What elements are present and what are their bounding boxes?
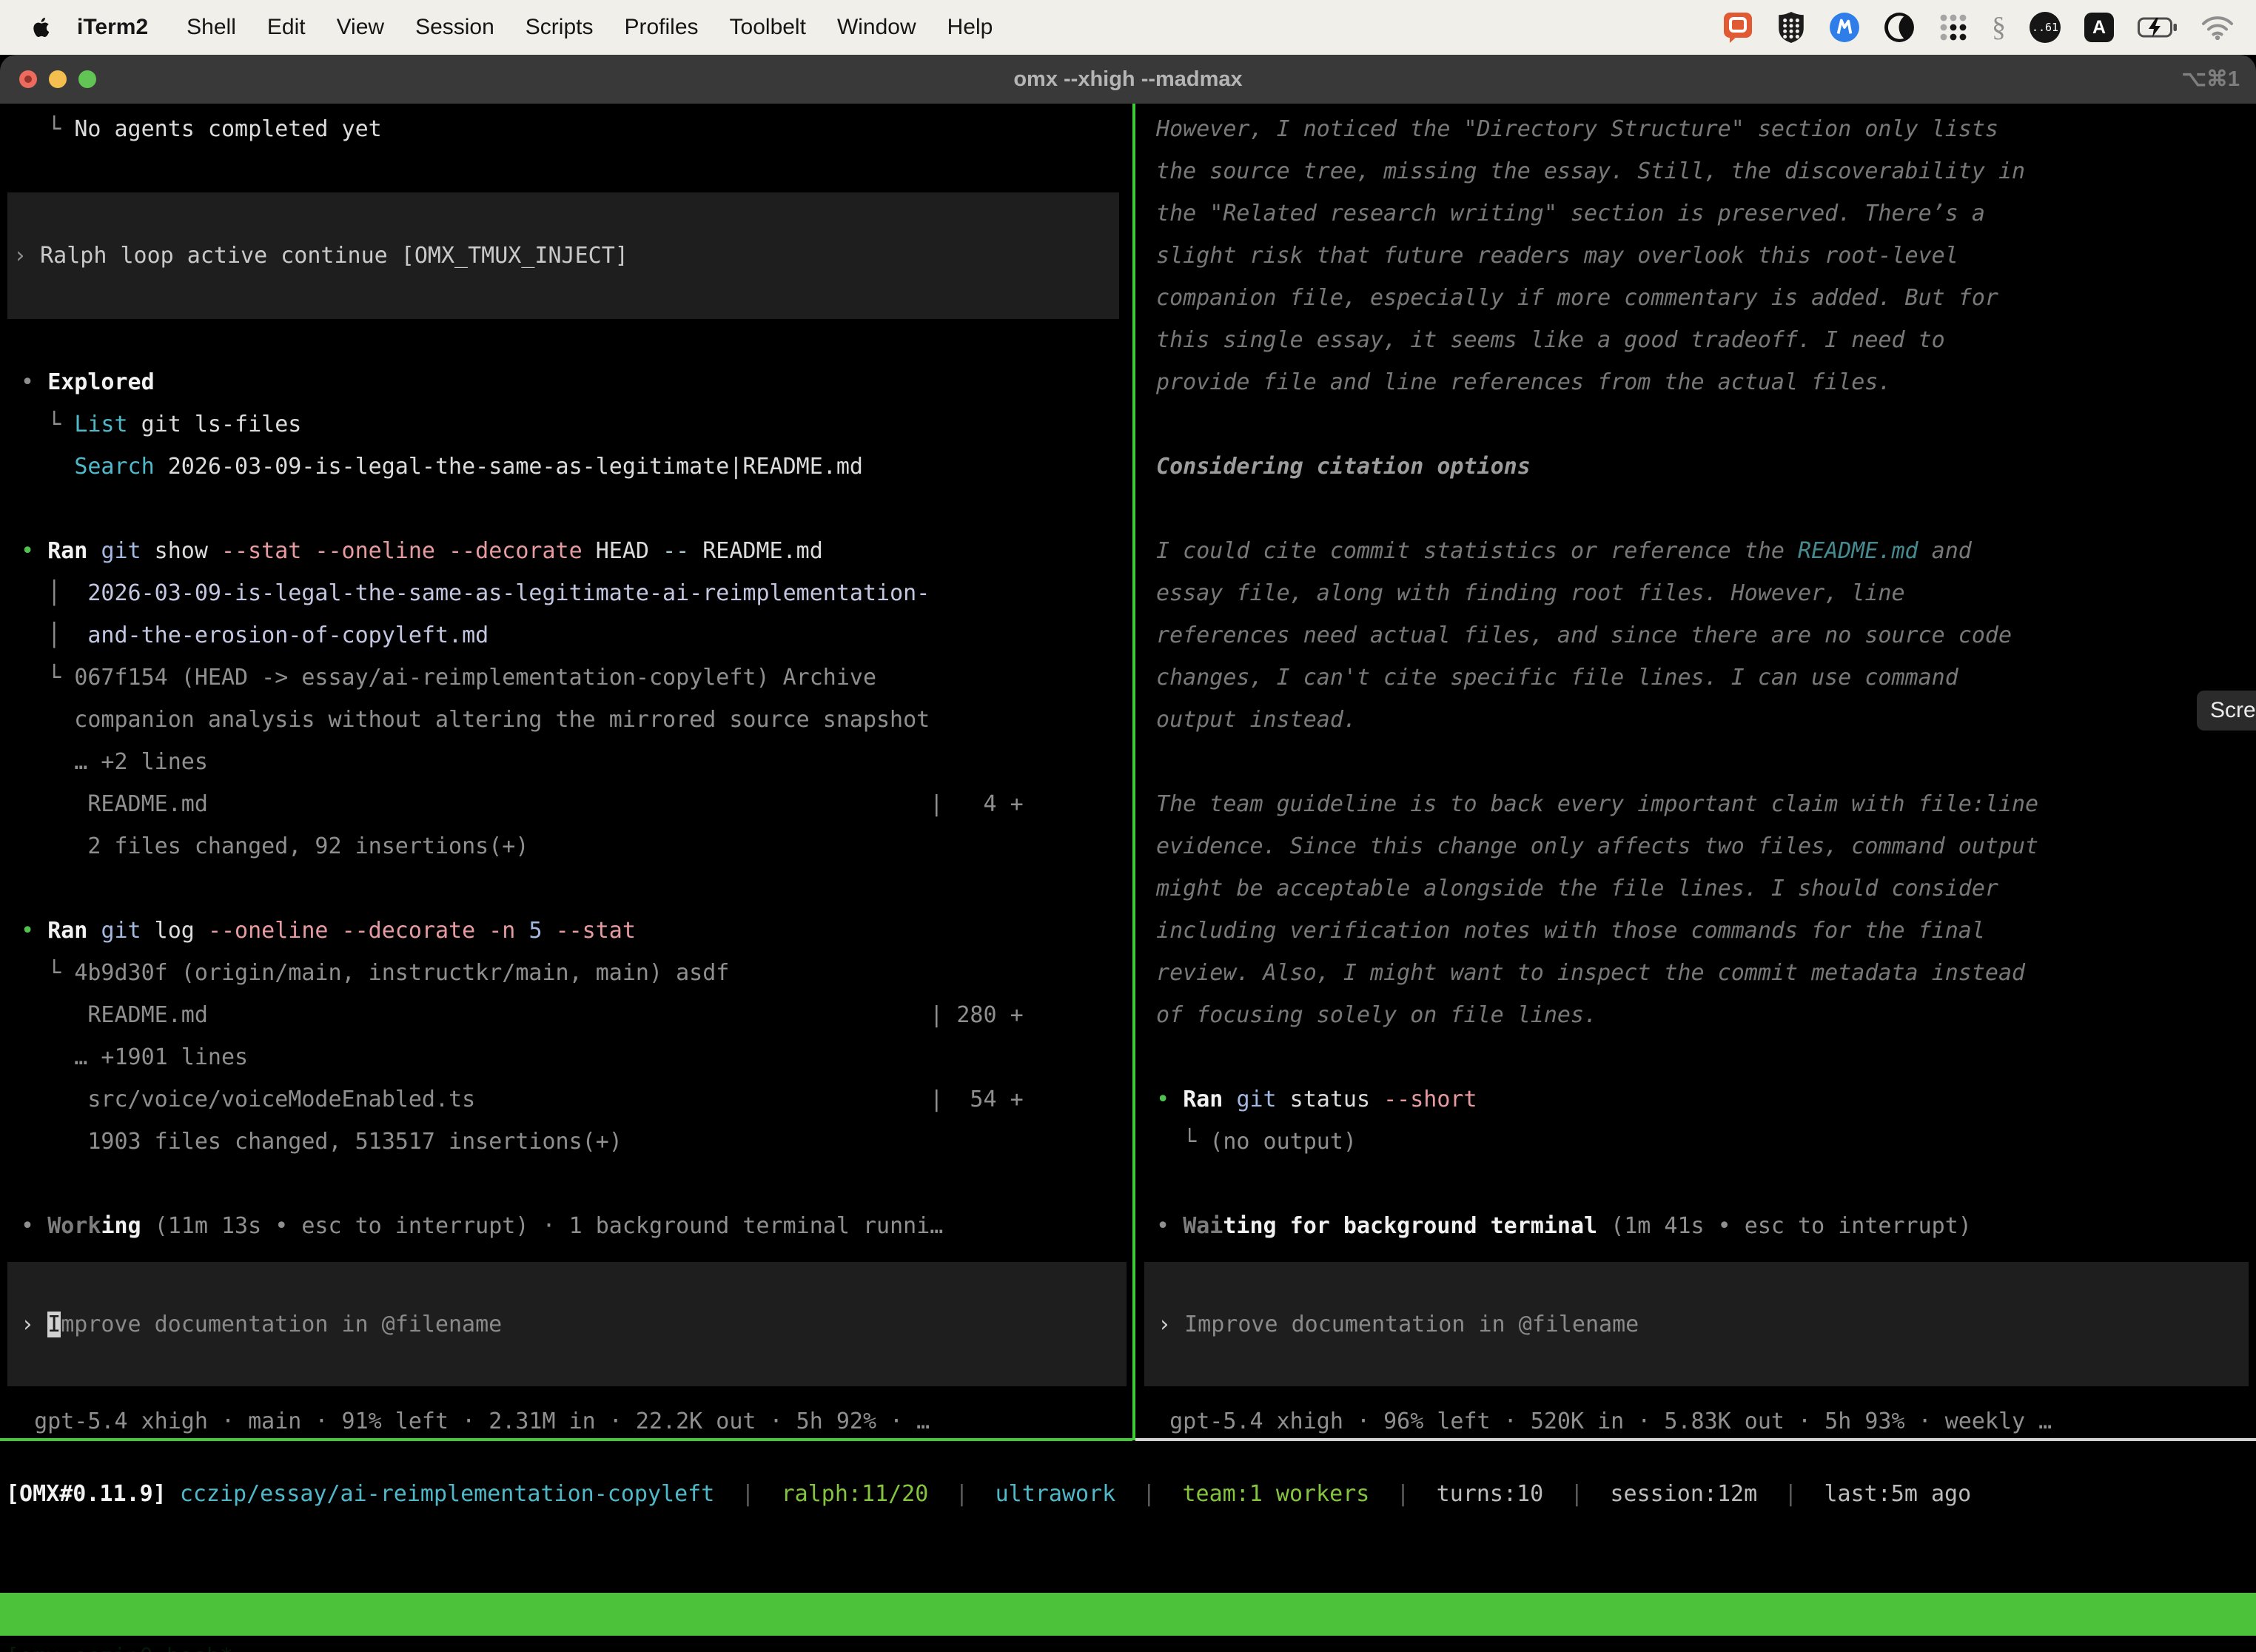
terminal-line: of focusing solely on file lines. [1135,994,2256,1036]
terminal-line: • Waiting for background terminal (1m 41… [1135,1205,2256,1247]
model-status-right: gpt-5.4 xhigh · 96% left · 520K in · 5.8… [1143,1400,2052,1443]
terminal-line: including verification notes with those … [1135,910,2256,952]
blank-line [1135,1036,2256,1078]
terminal-line: this single essay, it seems like a good … [1135,319,2256,361]
chat-icon[interactable] [1722,11,1753,44]
terminal-line: the source tree, missing the essay. Stil… [1135,150,2256,192]
a-badge-icon[interactable]: A [2084,13,2114,42]
menu-bar: iTerm2 Shell Edit View Session Scripts Profil… [0,0,2256,55]
menu-item-shell[interactable]: Shell [187,15,236,40]
blank-line [1135,741,2256,783]
blank-line [1135,488,2256,530]
blank-line [0,150,1133,192]
blank-line [1135,1163,2256,1205]
prompt-input-right[interactable]: › Improve documentation in @filename [1144,1262,2249,1386]
count-badge-icon[interactable]: ..61 [2030,12,2061,43]
iterm-window: omx --xhigh --madmax ⌥⌘1 └ No agents com… [0,55,2256,1652]
terminal-line: └ 4b9d30f (origin/main, instructkr/main,… [0,952,1133,994]
terminal-line: • Explored [0,361,1133,403]
terminal-line: review. Also, I might want to inspect th… [1135,952,2256,994]
terminal-line: • Working (11m 13s • esc to interrupt) ·… [0,1205,1133,1247]
terminal-line: src/voice/voiceModeEnabled.ts | 54 + [0,1078,1133,1121]
menu-item-session[interactable]: Session [415,15,494,40]
text-cursor: I [47,1312,61,1337]
dots-grid-icon[interactable] [1938,13,1968,42]
prompt-input-left[interactable]: › Improve documentation in @filename [7,1262,1127,1386]
terminal-line: companion file, especially if more comme… [1135,277,2256,319]
blank-line [1135,403,2256,446]
terminal-line: Considering citation options [1135,446,2256,488]
terminal-line: • Ran git status --short [1135,1078,2256,1121]
terminal-line: The team guideline is to back every impo… [1135,783,2256,825]
model-status-left: gpt-5.4 xhigh · main · 91% left · 2.31M … [7,1400,930,1443]
terminal-line: • Ran git log --oneline --decorate -n 5 … [0,910,1133,952]
pane-bottom-border-right [1135,1438,2256,1441]
menu-item-toolbelt[interactable]: Toolbelt [730,15,806,40]
terminal-line: provide file and line references from th… [1135,361,2256,403]
window-shortcut-badge: ⌥⌘1 [2181,55,2240,104]
terminal-line: … +2 lines [0,741,1133,783]
terminal-line: └ (no output) [1135,1121,2256,1163]
omx-status-bar: [OMX#0.11.9] cczip/essay/ai-reimplementa… [6,1473,1971,1515]
blank-line [0,488,1133,530]
battery-charging-icon[interactable] [2138,17,2178,38]
terminal-line: └ No agents completed yet [0,108,1133,150]
menu-item-scripts[interactable]: Scripts [526,15,594,40]
prompt-chevron: › [1158,1312,1184,1337]
terminal-line: might be acceptable alongside the file l… [1135,867,2256,910]
terminal-line: I could cite commit statistics or refere… [1135,530,2256,572]
terminal-line: 1903 files changed, 513517 insertions(+) [0,1121,1133,1163]
blue-activity-icon[interactable] [1829,12,1860,43]
input-text: Improve documentation in @filename [1184,1312,1639,1337]
menubar-status-icons: § ..61 A [1722,11,2234,44]
menu-item-window[interactable]: Window [837,15,916,40]
terminal-line: Search 2026-03-09-is-legal-the-same-as-l… [0,446,1133,488]
tmux-status-bar: [omx-cczip0:bash* "MacBook-Pro-44.local"… [0,1593,2256,1636]
window-title: omx --xhigh --madmax [0,55,2256,104]
crescent-icon[interactable] [1884,12,1915,43]
wifi-icon[interactable] [2201,15,2234,40]
shield-grid-icon[interactable] [1777,11,1805,44]
prompt-chevron: › [21,1312,47,1337]
terminal-line: 2 files changed, 92 insertions(+) [0,825,1133,867]
menu-app-name[interactable]: iTerm2 [77,15,148,40]
pane-right: However, I noticed the "Directory Struct… [1135,104,2256,1440]
menu-item-view[interactable]: View [337,15,384,40]
terminal-line: essay file, along with finding root file… [1135,572,2256,614]
blank-line [0,867,1133,910]
title-bar[interactable]: omx --xhigh --madmax ⌥⌘1 [0,55,2256,104]
pane-bottom-border-left [0,1438,1132,1441]
menu-item-edit[interactable]: Edit [267,15,306,40]
inline-prompt-box[interactable]: › Ralph loop active continue [OMX_TMUX_I… [7,192,1119,319]
section-squiggle-icon[interactable]: § [1992,11,2006,44]
blank-line [0,319,1133,361]
menu-items: Shell Edit View Session Scripts Profiles Toolb… [155,15,993,40]
terminal-line: └ 067f154 (HEAD -> essay/ai-reimplementa… [0,657,1133,699]
input-text: mprove documentation in @filename [61,1312,502,1337]
terminal-line: output instead. [1135,699,2256,741]
terminal-line: • Ran git show --stat --oneline --decora… [0,530,1133,572]
terminal-line: changes, I can't cite specific file line… [1135,657,2256,699]
terminal-line: However, I noticed the "Directory Struct… [1135,108,2256,150]
menu-item-help[interactable]: Help [947,15,993,40]
terminal-line: └ List git ls-files [0,403,1133,446]
screen-tooltip: Scre [2197,691,2256,731]
terminal-line: │ 2026-03-09-is-legal-the-same-as-legiti… [0,572,1133,614]
terminal-line: references need actual files, and since … [1135,614,2256,657]
terminal-line: evidence. Since this change only affects… [1135,825,2256,867]
terminal-line: README.md | 4 + [0,783,1133,825]
terminal-line: │ and-the-erosion-of-copyleft.md [0,614,1133,657]
apple-menu-icon[interactable] [33,16,52,38]
terminal-area: └ No agents completed yet › Ralph loop ac… [0,104,2256,1652]
terminal-line: … +1901 lines [0,1036,1133,1078]
terminal-line: companion analysis without altering the … [0,699,1133,741]
tmux-session-label: [omx-cczip0:bash* [6,1636,233,1652]
blank-line [0,1163,1133,1205]
pane-left: └ No agents completed yet › Ralph loop ac… [0,104,1133,1440]
terminal-line: README.md | 280 + [0,994,1133,1036]
terminal-line: the "Related research writing" section i… [1135,192,2256,235]
terminal-line: slight risk that future readers may over… [1135,235,2256,277]
menu-item-profiles[interactable]: Profiles [624,15,698,40]
